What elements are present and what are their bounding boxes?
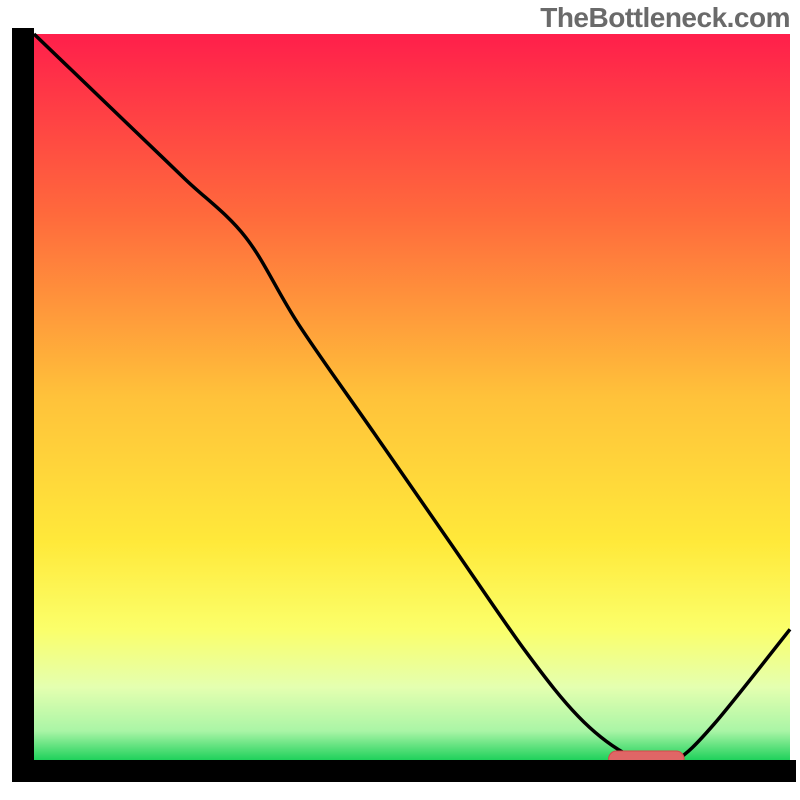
chart-stage: TheBottleneck.com xyxy=(0,0,800,800)
watermark-text: TheBottleneck.com xyxy=(540,2,790,34)
bottleneck-chart xyxy=(0,0,800,800)
